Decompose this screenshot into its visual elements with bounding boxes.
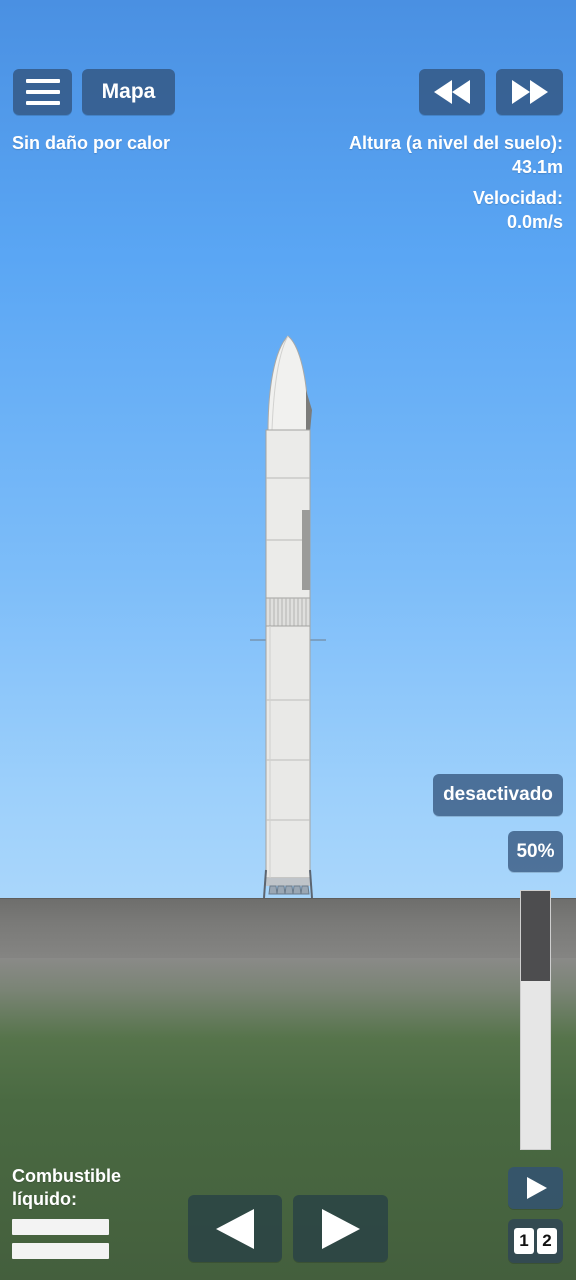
fast-forward-icon — [511, 80, 548, 104]
fuel-bar-stage-1 — [12, 1219, 109, 1235]
activate-stage-button[interactable] — [508, 1167, 563, 1209]
map-button-label: Mapa — [101, 80, 156, 103]
altitude-label: Altura (a nivel del suelo): — [348, 133, 563, 153]
triangle-right-icon — [321, 1208, 360, 1249]
heat-status-text: Sin daño por calor — [12, 133, 171, 153]
throttle-slider[interactable] — [520, 890, 551, 1150]
stage-2-box: 2 — [537, 1228, 557, 1254]
fuel-label-line1: Combustible — [12, 1166, 122, 1186]
throttle-percent-badge: 50% — [508, 831, 563, 872]
menu-button[interactable] — [13, 69, 72, 115]
fuel-bar-stage-2 — [12, 1243, 109, 1259]
throttle-percent-label: 50% — [516, 840, 555, 862]
fuel-label-line2: líquido: — [12, 1189, 77, 1209]
rotate-left-button[interactable] — [188, 1195, 282, 1262]
launch-pad — [0, 898, 576, 960]
sas-toggle-label: desactivado — [443, 784, 553, 805]
map-button[interactable]: Mapa — [82, 69, 175, 115]
hamburger-menu-icon — [25, 79, 60, 105]
rewind-button[interactable] — [419, 69, 485, 115]
rocket — [250, 335, 326, 899]
sas-toggle-button[interactable]: desactivado — [433, 774, 563, 816]
rewind-icon — [434, 80, 470, 104]
stage-1-box: 1 — [514, 1228, 534, 1254]
velocity-label: Velocidad: — [472, 188, 563, 208]
fast-forward-button[interactable] — [496, 69, 563, 115]
throttle-slider-unfilled — [521, 891, 550, 982]
altitude-value: 43.1m — [511, 157, 563, 177]
play-icon — [526, 1177, 547, 1199]
triangle-left-icon — [216, 1208, 254, 1249]
velocity-value: 0.0m/s — [506, 212, 563, 232]
rotate-right-button[interactable] — [293, 1195, 388, 1262]
stage-indicator[interactable]: 1 2 — [508, 1219, 563, 1263]
